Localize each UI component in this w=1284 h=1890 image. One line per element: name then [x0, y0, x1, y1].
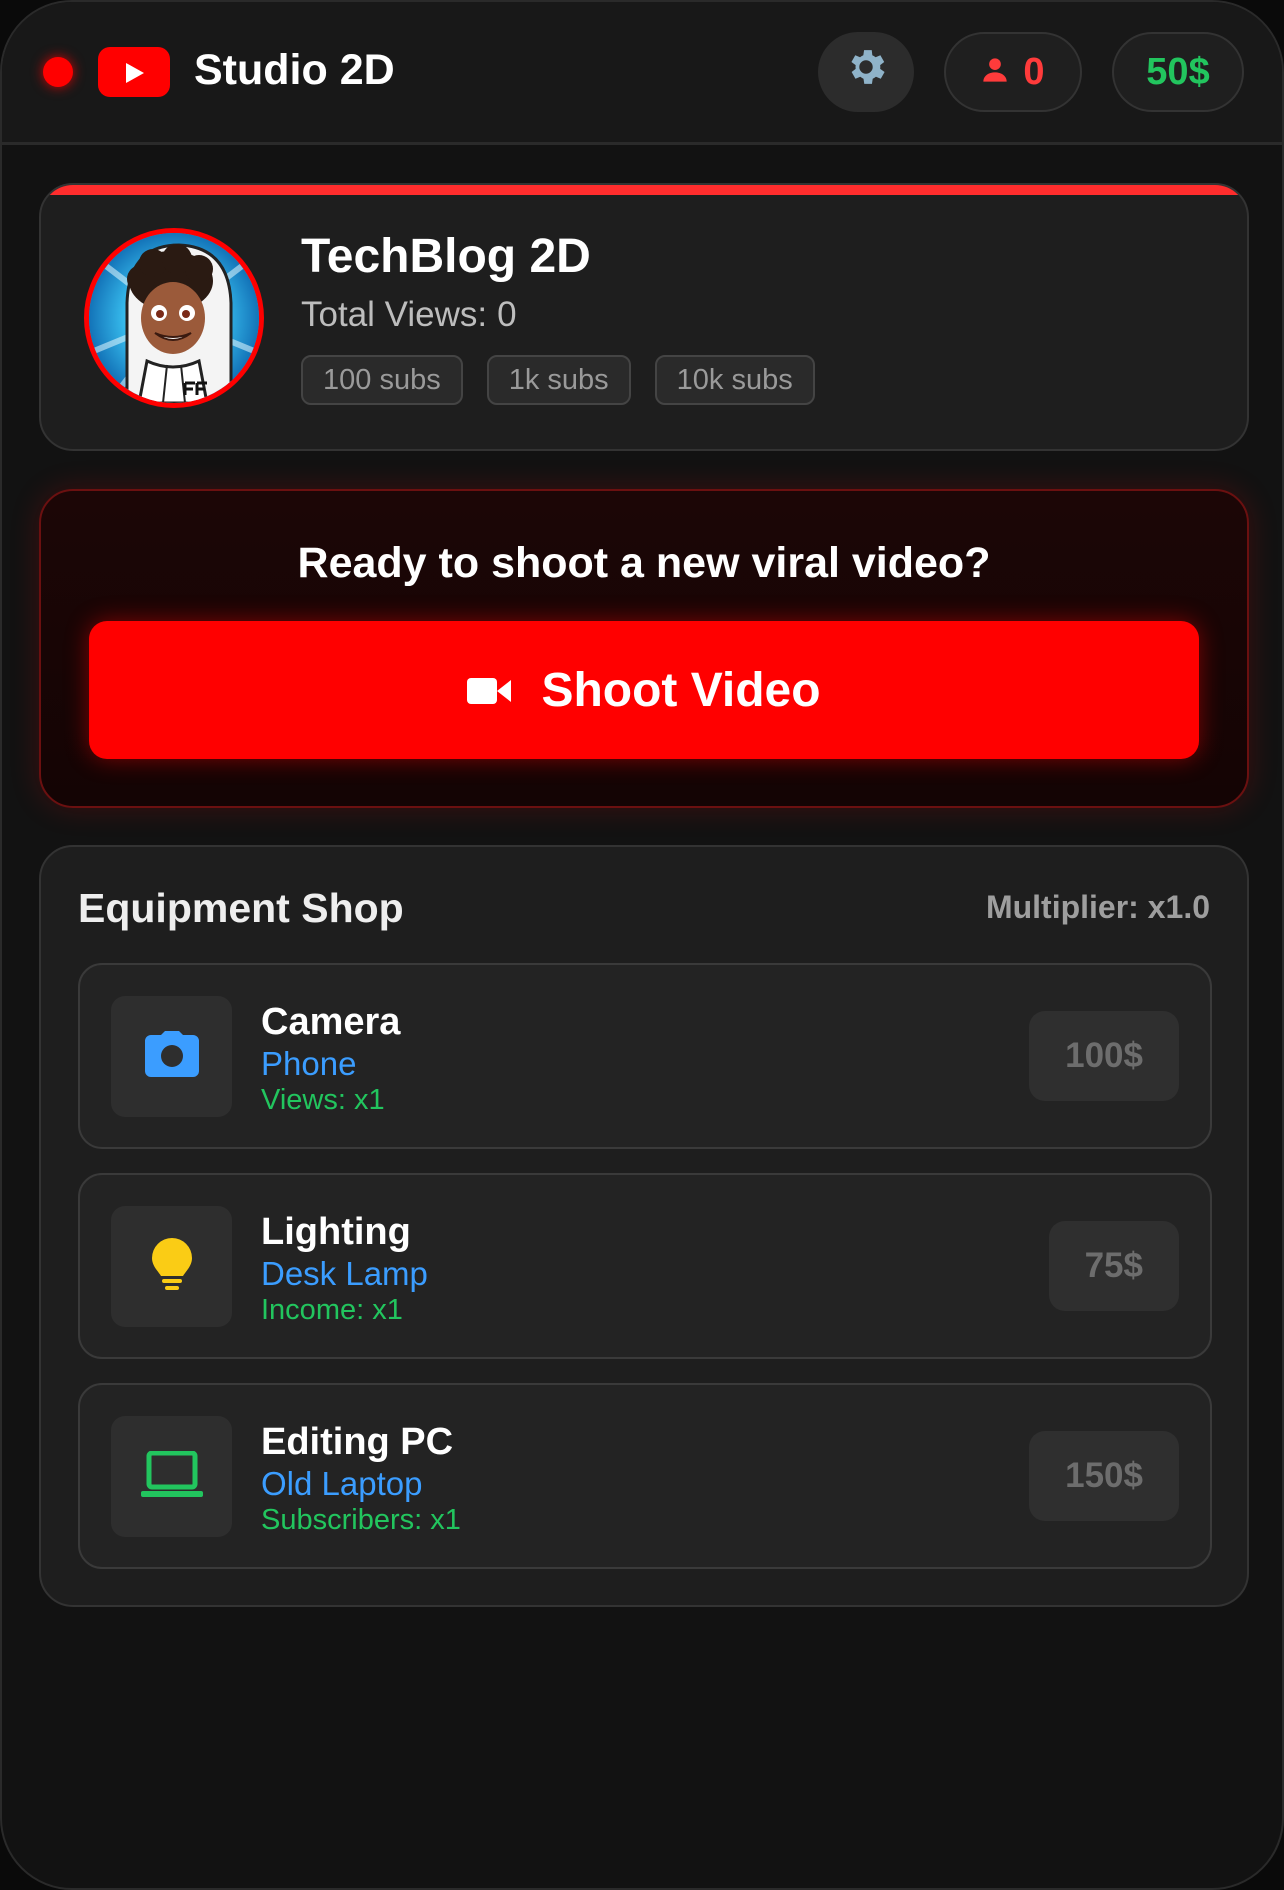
milestone-badge: 100 subs	[301, 355, 463, 405]
equipment-shop-card: Equipment Shop Multiplier: x1.0 Camera P…	[39, 845, 1249, 1607]
money-balance[interactable]: 50$	[1112, 32, 1244, 112]
gear-icon	[843, 44, 889, 100]
camera-icon	[144, 1031, 199, 1082]
subscribers-counter[interactable]: 0	[944, 32, 1082, 112]
total-views-value: 0	[497, 295, 517, 334]
settings-button[interactable]	[818, 32, 914, 112]
shop-title: Equipment Shop	[78, 885, 404, 931]
buy-lighting-button[interactable]: 75$	[1048, 1221, 1179, 1311]
total-views-label: Total Views:	[301, 295, 488, 334]
shoot-prompt: Ready to shoot a new viral video?	[297, 539, 991, 587]
shoot-button-label: Shoot Video	[541, 663, 821, 717]
user-icon	[981, 51, 1009, 94]
item-effect: Subscribers: x1	[261, 1504, 461, 1536]
laptop-icon	[140, 1450, 203, 1502]
top-bar: Studio 2D 0 50$	[2, 2, 1282, 145]
shoot-video-button[interactable]: Shoot Video	[89, 621, 1199, 759]
item-category: Lighting	[261, 1211, 411, 1253]
buy-camera-button[interactable]: 100$	[1029, 1011, 1179, 1101]
shop-item-editing-pc: Editing PC Old Laptop Subscribers: x1 15…	[78, 1383, 1212, 1569]
channel-profile-card: TechBlog 2D Total Views: 0 100 subs 1k su…	[39, 183, 1249, 451]
video-camera-icon	[467, 663, 512, 718]
item-icon-tile	[111, 1416, 232, 1537]
milestone-badge: 10k subs	[654, 355, 815, 405]
live-indicator-dot	[43, 57, 73, 87]
lightbulb-icon	[151, 1238, 192, 1295]
item-category: Editing PC	[261, 1421, 454, 1463]
milestone-badge: 1k subs	[486, 355, 631, 405]
play-logo-icon	[98, 47, 170, 97]
item-name: Old Laptop	[261, 1465, 423, 1502]
app-title: Studio 2D	[194, 46, 395, 94]
app-window: Studio 2D 0 50$ TechBlog 2D Total Views:…	[0, 0, 1284, 1890]
item-category: Camera	[261, 1001, 401, 1043]
item-effect: Views: x1	[261, 1084, 385, 1116]
channel-name: TechBlog 2D	[301, 230, 591, 283]
shoot-video-card: Ready to shoot a new viral video? Shoot …	[39, 489, 1249, 808]
milestone-badges: 100 subs 1k subs 10k subs	[301, 355, 815, 405]
item-name: Phone	[261, 1045, 357, 1082]
subscriber-count: 0	[1023, 50, 1045, 93]
profile-accent-bar	[41, 185, 1247, 195]
item-icon-tile	[111, 996, 232, 1117]
buy-editing-pc-button[interactable]: 150$	[1029, 1431, 1179, 1521]
item-effect: Income: x1	[261, 1294, 403, 1326]
money-amount: 50$	[1146, 50, 1210, 93]
total-views: Total Views: 0	[301, 295, 517, 335]
shop-item-camera: Camera Phone Views: x1 100$	[78, 963, 1212, 1149]
item-icon-tile	[111, 1206, 232, 1327]
item-name: Desk Lamp	[261, 1255, 428, 1292]
avatar[interactable]	[84, 228, 264, 408]
shop-item-lighting: Lighting Desk Lamp Income: x1 75$	[78, 1173, 1212, 1359]
multiplier-label: Multiplier: x1.0	[985, 889, 1210, 925]
